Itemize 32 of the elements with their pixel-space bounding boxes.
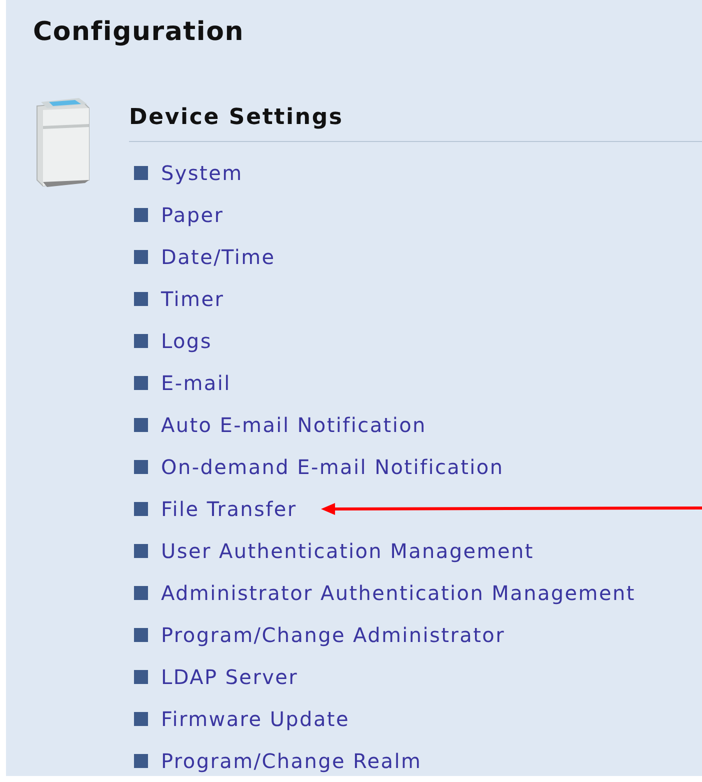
settings-link[interactable]: On-demand E-mail Notification [161, 455, 504, 479]
settings-link[interactable]: E-mail [161, 371, 231, 395]
settings-link[interactable]: Administrator Authentication Management [161, 581, 636, 605]
bullet-icon [134, 586, 148, 600]
bullet-icon [134, 250, 148, 264]
settings-link[interactable]: Date/Time [161, 245, 276, 269]
settings-link[interactable]: Program/Change Realm [161, 749, 422, 773]
bullet-icon [134, 460, 148, 474]
bullet-icon [134, 376, 148, 390]
settings-link[interactable]: Program/Change Administrator [161, 623, 505, 647]
section-title: Device Settings [129, 104, 344, 132]
bullet-icon [134, 712, 148, 726]
page-title: Configuration [33, 16, 244, 48]
settings-link[interactable]: System [161, 161, 243, 185]
settings-link[interactable]: File Transfer [161, 497, 297, 521]
settings-link[interactable]: LDAP Server [161, 665, 298, 689]
bullet-icon [134, 544, 148, 558]
bullet-icon [134, 670, 148, 684]
settings-link[interactable]: User Authentication Management [161, 539, 534, 563]
bullet-icon [134, 334, 148, 348]
settings-link[interactable]: Auto E-mail Notification [161, 413, 426, 437]
bullet-icon [134, 502, 148, 516]
settings-link[interactable]: Timer [161, 287, 224, 311]
bullet-icon [134, 628, 148, 642]
settings-link[interactable]: Firmware Update [161, 707, 350, 731]
bullet-icon [134, 292, 148, 306]
bullet-icon [134, 208, 148, 222]
settings-link[interactable]: Paper [161, 203, 224, 227]
bullet-icon [134, 418, 148, 432]
bullet-icon [134, 166, 148, 180]
settings-link[interactable]: Logs [161, 329, 212, 353]
bullet-icon [134, 754, 148, 768]
